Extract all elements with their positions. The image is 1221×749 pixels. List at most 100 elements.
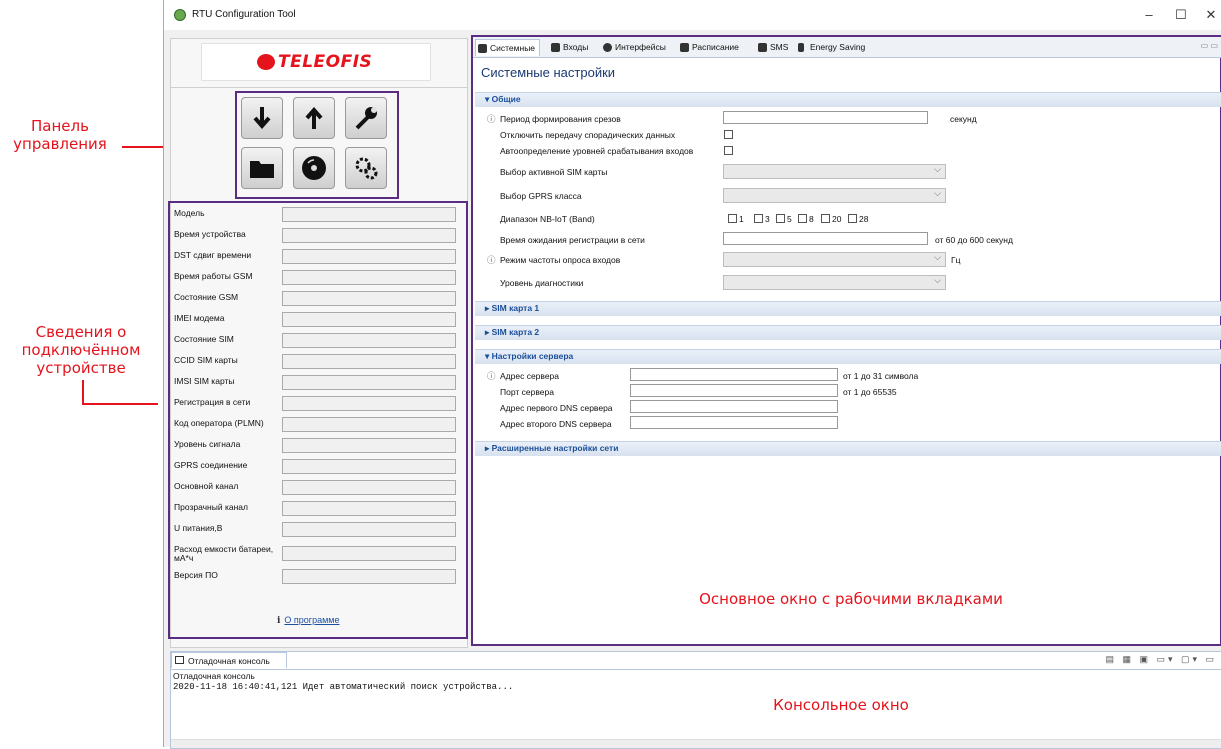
about-link-row: iО программе	[277, 615, 339, 626]
info-row: IMSI SIM карты	[174, 375, 458, 392]
period-input[interactable]	[723, 111, 928, 124]
info-row: Основной канал	[174, 480, 458, 497]
section-sim2[interactable]: ▸ SIM карта 2	[475, 325, 1221, 340]
annotation-control-panel: Панель управления	[13, 117, 107, 153]
control-panel	[235, 91, 399, 199]
band-label: 3	[765, 214, 770, 224]
maximize-button[interactable]: ☐	[1168, 6, 1194, 24]
info-label: U питания,В	[174, 523, 223, 533]
server-port-unit: от 1 до 65535	[843, 387, 897, 397]
reg-wait-unit: от 60 до 600 секунд	[935, 235, 1013, 245]
save-file-button[interactable]	[293, 147, 335, 189]
diag-select[interactable]	[723, 275, 946, 290]
tab-energy-saving[interactable]: Energy Saving	[796, 39, 869, 55]
wrench-icon	[355, 107, 377, 130]
info-value	[282, 291, 456, 306]
disable-sporadic-label: Отключить передачу спорадических данных	[500, 130, 676, 140]
tab-system[interactable]: Системные	[475, 39, 541, 56]
dns2-input[interactable]	[630, 416, 838, 429]
info-label: CCID SIM карты	[174, 355, 238, 365]
auto-levels-label: Автоопределение уровней срабатывания вхо…	[500, 146, 694, 156]
info-label: Регистрация в сети	[174, 397, 251, 407]
info-row: GPRS соединение	[174, 459, 458, 476]
tab-sms[interactable]: SMS	[756, 39, 792, 55]
info-label: Расход емкости батареи, мА*ч	[174, 544, 274, 563]
settings-wrench-button[interactable]	[345, 97, 387, 139]
restore-icon[interactable]: ▭ ▭	[1201, 41, 1218, 50]
info-value	[282, 396, 456, 411]
gear-icon	[478, 44, 487, 53]
info-row: Регистрация в сети	[174, 396, 458, 413]
console-window: Отладочная консоль ▤ ▦ ▣ ▭▾ ▢▾ ▭ Отладоч…	[170, 651, 1221, 749]
diag-label: Уровень диагностики	[500, 278, 584, 288]
dns2-label: Адрес второго DNS сервера	[500, 419, 612, 429]
device-settings-button[interactable]	[345, 147, 387, 189]
gprs-class-select[interactable]	[723, 188, 946, 203]
auto-levels-checkbox[interactable]	[724, 146, 733, 155]
server-port-input[interactable]	[630, 384, 838, 397]
tab-debug-console[interactable]: Отладочная консоль	[171, 652, 287, 668]
info-value	[282, 438, 456, 453]
info-label: Модель	[174, 208, 205, 218]
band-label: 1	[739, 214, 744, 224]
info-icon: ⓘ	[487, 255, 496, 265]
band-checkbox[interactable]	[776, 214, 785, 223]
band-checkbox[interactable]	[848, 214, 857, 223]
band-checkbox[interactable]	[821, 214, 830, 223]
section-label: ▸ SIM карта 1	[485, 303, 540, 313]
info-value	[282, 480, 456, 495]
info-row: Состояние GSM	[174, 291, 458, 308]
info-icon: ⓘ	[487, 371, 496, 381]
about-link[interactable]: О программе	[284, 615, 339, 625]
teleofis-logo: TELEOFIS	[201, 43, 431, 81]
info-row: Расход емкости батареи, мА*ч	[174, 543, 458, 565]
envelope-icon	[758, 43, 767, 52]
info-value	[282, 354, 456, 369]
open-file-button[interactable]	[241, 147, 283, 189]
active-sim-select[interactable]	[723, 164, 946, 179]
tab-bar: Системные Входы Интерфейсы Расписание SM…	[473, 37, 1221, 58]
tab-interfaces[interactable]: Интерфейсы	[601, 39, 670, 55]
info-label: Код оператора (PLMN)	[174, 418, 264, 428]
app-icon	[174, 9, 186, 21]
console-toolbar[interactable]: ▤ ▦ ▣ ▭▾ ▢▾ ▭	[1105, 654, 1217, 665]
band-checkbox[interactable]	[798, 214, 807, 223]
poll-mode-select[interactable]	[723, 252, 946, 267]
band-checkbox[interactable]	[754, 214, 763, 223]
section-sim1[interactable]: ▸ SIM карта 1	[475, 301, 1221, 316]
calendar-icon	[680, 43, 689, 52]
reg-wait-input[interactable]	[723, 232, 928, 245]
tab-schedule[interactable]: Расписание	[678, 39, 743, 55]
info-value	[282, 417, 456, 432]
info-label: Время работы GSM	[174, 271, 253, 281]
info-row: Состояние SIM	[174, 333, 458, 350]
server-port-label: Порт сервера	[500, 387, 554, 397]
info-label: Версия ПО	[174, 570, 218, 580]
band-label: 28	[859, 214, 869, 224]
battery-icon	[798, 43, 804, 52]
console-log-line: 2020-11-18 16:40:41,121 Идет автоматичес…	[173, 682, 514, 692]
write-config-button[interactable]	[293, 97, 335, 139]
info-row: Версия ПО	[174, 569, 458, 586]
server-address-input[interactable]	[630, 368, 838, 381]
annotation-device-info: Сведения о подключённом устройстве	[21, 323, 141, 377]
minimize-button[interactable]: –	[1136, 6, 1162, 24]
info-row: Модель	[174, 207, 458, 224]
section-advanced[interactable]: ▸ Расширенные настройки сети	[475, 441, 1221, 456]
info-row: Уровень сигнала	[174, 438, 458, 455]
tab-inputs[interactable]: Входы	[549, 39, 592, 55]
section-general[interactable]: ▾ Общие	[475, 92, 1221, 107]
main-window: Системные Входы Интерфейсы Расписание SM…	[471, 35, 1221, 646]
info-row: DST сдвиг времени	[174, 249, 458, 266]
dns1-input[interactable]	[630, 400, 838, 413]
upload-arrow-icon	[305, 106, 323, 129]
info-value	[282, 228, 456, 243]
band-checkbox[interactable]	[728, 214, 737, 223]
period-label: Период формирования срезов	[500, 114, 621, 124]
info-row: Код оператора (PLMN)	[174, 417, 458, 434]
close-button[interactable]: ✕	[1198, 6, 1221, 24]
section-server[interactable]: ▾ Настройки сервера	[475, 349, 1221, 364]
tab-label: Energy Saving	[810, 42, 866, 52]
disable-sporadic-checkbox[interactable]	[724, 130, 733, 139]
read-config-button[interactable]	[241, 97, 283, 139]
